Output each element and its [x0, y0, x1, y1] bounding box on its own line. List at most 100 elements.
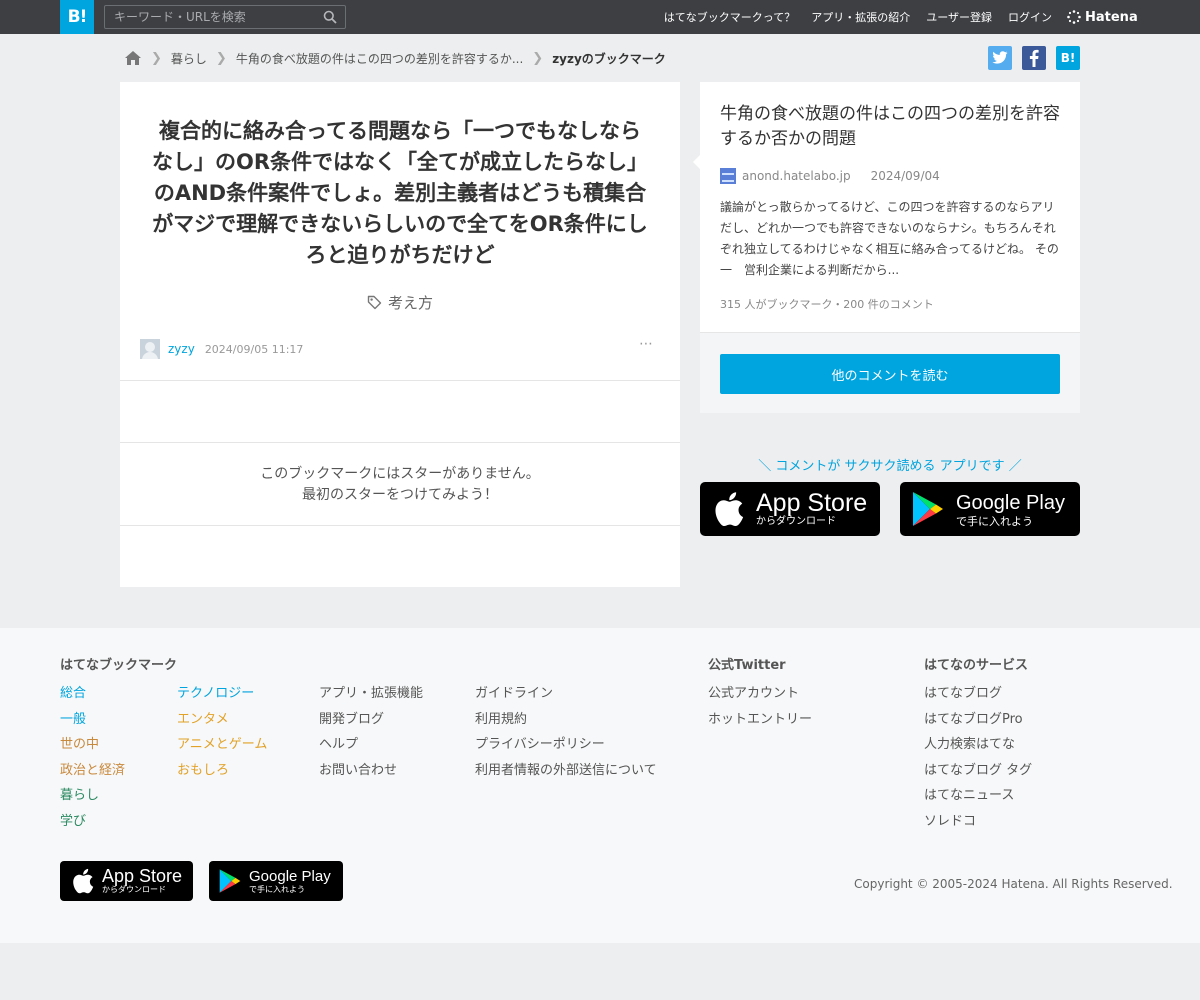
footer-category-link[interactable]: 世の中 — [60, 732, 125, 758]
entry-stats[interactable]: 315 人がブックマーク・200 件のコメント — [720, 296, 934, 312]
footer-link[interactable]: ヘルプ — [319, 732, 423, 758]
facebook-share-button[interactable] — [1022, 46, 1046, 70]
no-star-line: 最初のスターをつけてみよう！ — [302, 487, 498, 503]
breadcrumb-current: zyzyのブックマーク — [552, 51, 666, 66]
footer-twitter-link[interactable]: 公式アカウント — [708, 681, 812, 707]
footer-google-play-badge[interactable]: Google Play で手に入れよう — [209, 861, 343, 901]
twitter-icon — [992, 51, 1008, 64]
signup-link[interactable]: ユーザー登録 — [926, 9, 992, 25]
google-play-sublabel: で手に入れよう — [249, 884, 305, 894]
google-play-badge[interactable]: Google Play で手に入れよう — [900, 482, 1080, 536]
facebook-icon — [1029, 49, 1039, 67]
footer-category-link[interactable]: テクノロジー — [177, 681, 267, 707]
breadcrumb-category[interactable]: 暮らし — [171, 50, 207, 67]
app-store-label: App Store — [756, 489, 868, 517]
footer-category-link[interactable]: おもしろ — [177, 758, 267, 784]
footer-link[interactable]: お問い合わせ — [319, 758, 423, 784]
tag-icon — [367, 295, 382, 310]
entry-title[interactable]: 牛角の食べ放題の件はこの四つの差別を許容するか否かの問題 — [720, 102, 1065, 152]
footer-categories-col1: 総合 一般 世の中 政治と経済 暮らし 学び — [60, 681, 125, 834]
footer-category-link[interactable]: 暮らし — [60, 783, 125, 809]
hatena-brand-label: Hatena — [1085, 9, 1138, 25]
app-store-sublabel: からダウンロード — [756, 516, 836, 527]
footer-service-link[interactable]: ソレドコ — [924, 809, 1032, 835]
footer-service-link[interactable]: 人力検索はてな — [924, 732, 1032, 758]
footer-link[interactable]: 開発ブログ — [319, 707, 423, 733]
top-bar: B! はてなブックマークって？ アプリ・拡張の紹介 ユーザー登録 ログイン Ha… — [0, 0, 1200, 34]
footer-twitter-link[interactable]: ホットエントリー — [708, 707, 812, 733]
entry-card: 牛角の食べ放題の件はこの四つの差別を許容するか否かの問題 anond.hatel… — [693, 82, 1080, 413]
divider — [120, 442, 680, 443]
entry-source: anond.hatelabo.jp 2024/09/04 — [720, 168, 940, 184]
google-play-label: Google Play — [249, 867, 331, 885]
site-favicon-icon — [720, 168, 736, 184]
footer-link[interactable]: プライバシーポリシー — [475, 732, 657, 758]
entry-domain[interactable]: anond.hatelabo.jp — [742, 169, 851, 183]
footer-category-link[interactable]: アニメとゲーム — [177, 732, 267, 758]
chevron-right-icon: ❯ — [151, 50, 162, 66]
footer-link[interactable]: ガイドライン — [475, 681, 657, 707]
breadcrumb-entry[interactable]: 牛角の食べ放題の件はこの四つの差別を許容するか... — [236, 50, 523, 67]
hatena-bookmark-logo[interactable]: B! — [60, 0, 94, 34]
footer-service-link[interactable]: はてなブログPro — [924, 707, 1032, 733]
google-play-label: Google Play — [956, 491, 1065, 514]
share-buttons: B! — [988, 46, 1080, 70]
app-store-label: App Store — [102, 866, 183, 886]
entry-date: 2024/09/04 — [870, 169, 940, 183]
hatena-dots-icon — [1067, 10, 1081, 24]
app-store-badge[interactable]: App Store からダウンロード — [700, 482, 880, 536]
bookmark-date[interactable]: 2024/09/05 11:17 — [205, 343, 304, 356]
footer-service-link[interactable]: はてなブログ タグ — [924, 758, 1032, 784]
footer-heading-services: はてなのサービス — [924, 658, 1029, 673]
apple-icon — [73, 868, 94, 894]
about-link[interactable]: はてなブックマークって？ — [664, 9, 795, 25]
hatena-bookmark-share-button[interactable]: B! — [1056, 46, 1080, 70]
divider — [120, 380, 680, 381]
apps-link[interactable]: アプリ・拡張の紹介 — [811, 9, 910, 25]
hatena-brand[interactable]: Hatena — [1067, 8, 1138, 26]
apple-icon — [715, 492, 744, 527]
twitter-share-button[interactable] — [988, 46, 1012, 70]
footer-link[interactable]: 利用規約 — [475, 707, 657, 733]
login-link[interactable]: ログイン — [1008, 9, 1052, 25]
bookmark-comment: 複合的に絡み合ってる問題なら「一つでもなしならなし」のOR条件ではなく「全てが成… — [151, 119, 649, 267]
home-icon[interactable] — [124, 50, 142, 66]
avatar[interactable] — [140, 339, 160, 359]
bookmark-tag[interactable]: 考え方 — [120, 292, 680, 313]
footer-category-link[interactable]: 総合 — [60, 681, 125, 707]
footer-category-link[interactable]: 政治と経済 — [60, 758, 125, 784]
footer-category-link[interactable]: 学び — [60, 809, 125, 835]
more-options-icon[interactable]: ⋯ — [639, 336, 654, 352]
read-comments-panel: 他のコメントを読む — [700, 332, 1080, 413]
footer-link[interactable]: アプリ・拡張機能 — [319, 681, 423, 707]
footer-category-link[interactable]: 一般 — [60, 707, 125, 733]
tag-label: 考え方 — [387, 294, 433, 312]
bookmark-user-row: zyzy 2024/09/05 11:17 ⋯ — [140, 336, 660, 360]
footer-app-store-badge[interactable]: App Store からダウンロード — [60, 861, 193, 901]
entry-excerpt: 議論がとっ散らかってるけど、この四つを許容するのならアリだし、どれか一つでも許容… — [720, 200, 1059, 277]
breadcrumb: ❯ 暮らし ❯ 牛角の食べ放題の件はこの四つの差別を許容するか... ❯ zyz… — [124, 48, 666, 68]
bookmark-card: 複合的に絡み合ってる問題なら「一つでもなしならなし」のOR条件ではなく「全てが成… — [120, 82, 680, 587]
footer-service-link[interactable]: はてなニュース — [924, 783, 1032, 809]
no-star-message: このブックマークにはスターがありません。 最初のスターをつけてみよう！ — [120, 464, 680, 506]
footer-services-links: はてなブログ はてなブログPro 人力検索はてな はてなブログ タグ はてなニュース ソレ… — [924, 681, 1032, 834]
footer-heading-twitter: 公式Twitter — [708, 658, 786, 673]
top-nav: はてなブックマークって？ アプリ・拡張の紹介 ユーザー登録 ログイン — [664, 0, 1052, 34]
search-box[interactable] — [104, 5, 346, 29]
google-play-sublabel: で手に入れよう — [956, 514, 1033, 528]
divider — [120, 525, 680, 526]
search-input[interactable] — [105, 6, 315, 28]
footer-heading-bookmark: はてなブックマーク — [60, 658, 178, 673]
footer-service-link[interactable]: はてなブログ — [924, 681, 1032, 707]
chevron-right-icon: ❯ — [215, 50, 227, 66]
read-other-comments-button[interactable]: 他のコメントを読む — [720, 354, 1060, 394]
footer-category-link[interactable]: エンタメ — [177, 707, 267, 733]
footer-link[interactable]: 利用者情報の外部送信について — [475, 758, 657, 784]
username-link[interactable]: zyzy — [168, 342, 195, 356]
copyright: Copyright © 2005-2024 Hatena. All Rights… — [854, 877, 1173, 891]
app-store-sublabel: からダウンロード — [102, 885, 166, 894]
footer-links-col3: アプリ・拡張機能 開発ブログ ヘルプ お問い合わせ — [319, 681, 423, 783]
search-icon[interactable] — [323, 10, 337, 24]
footer: はてなブックマーク 総合 一般 世の中 政治と経済 暮らし 学び テクノロジー エンタメ アニ… — [0, 628, 1200, 943]
app-promo-caption: ＼ コメントが サクサク読める アプリです ／ — [758, 459, 1022, 474]
